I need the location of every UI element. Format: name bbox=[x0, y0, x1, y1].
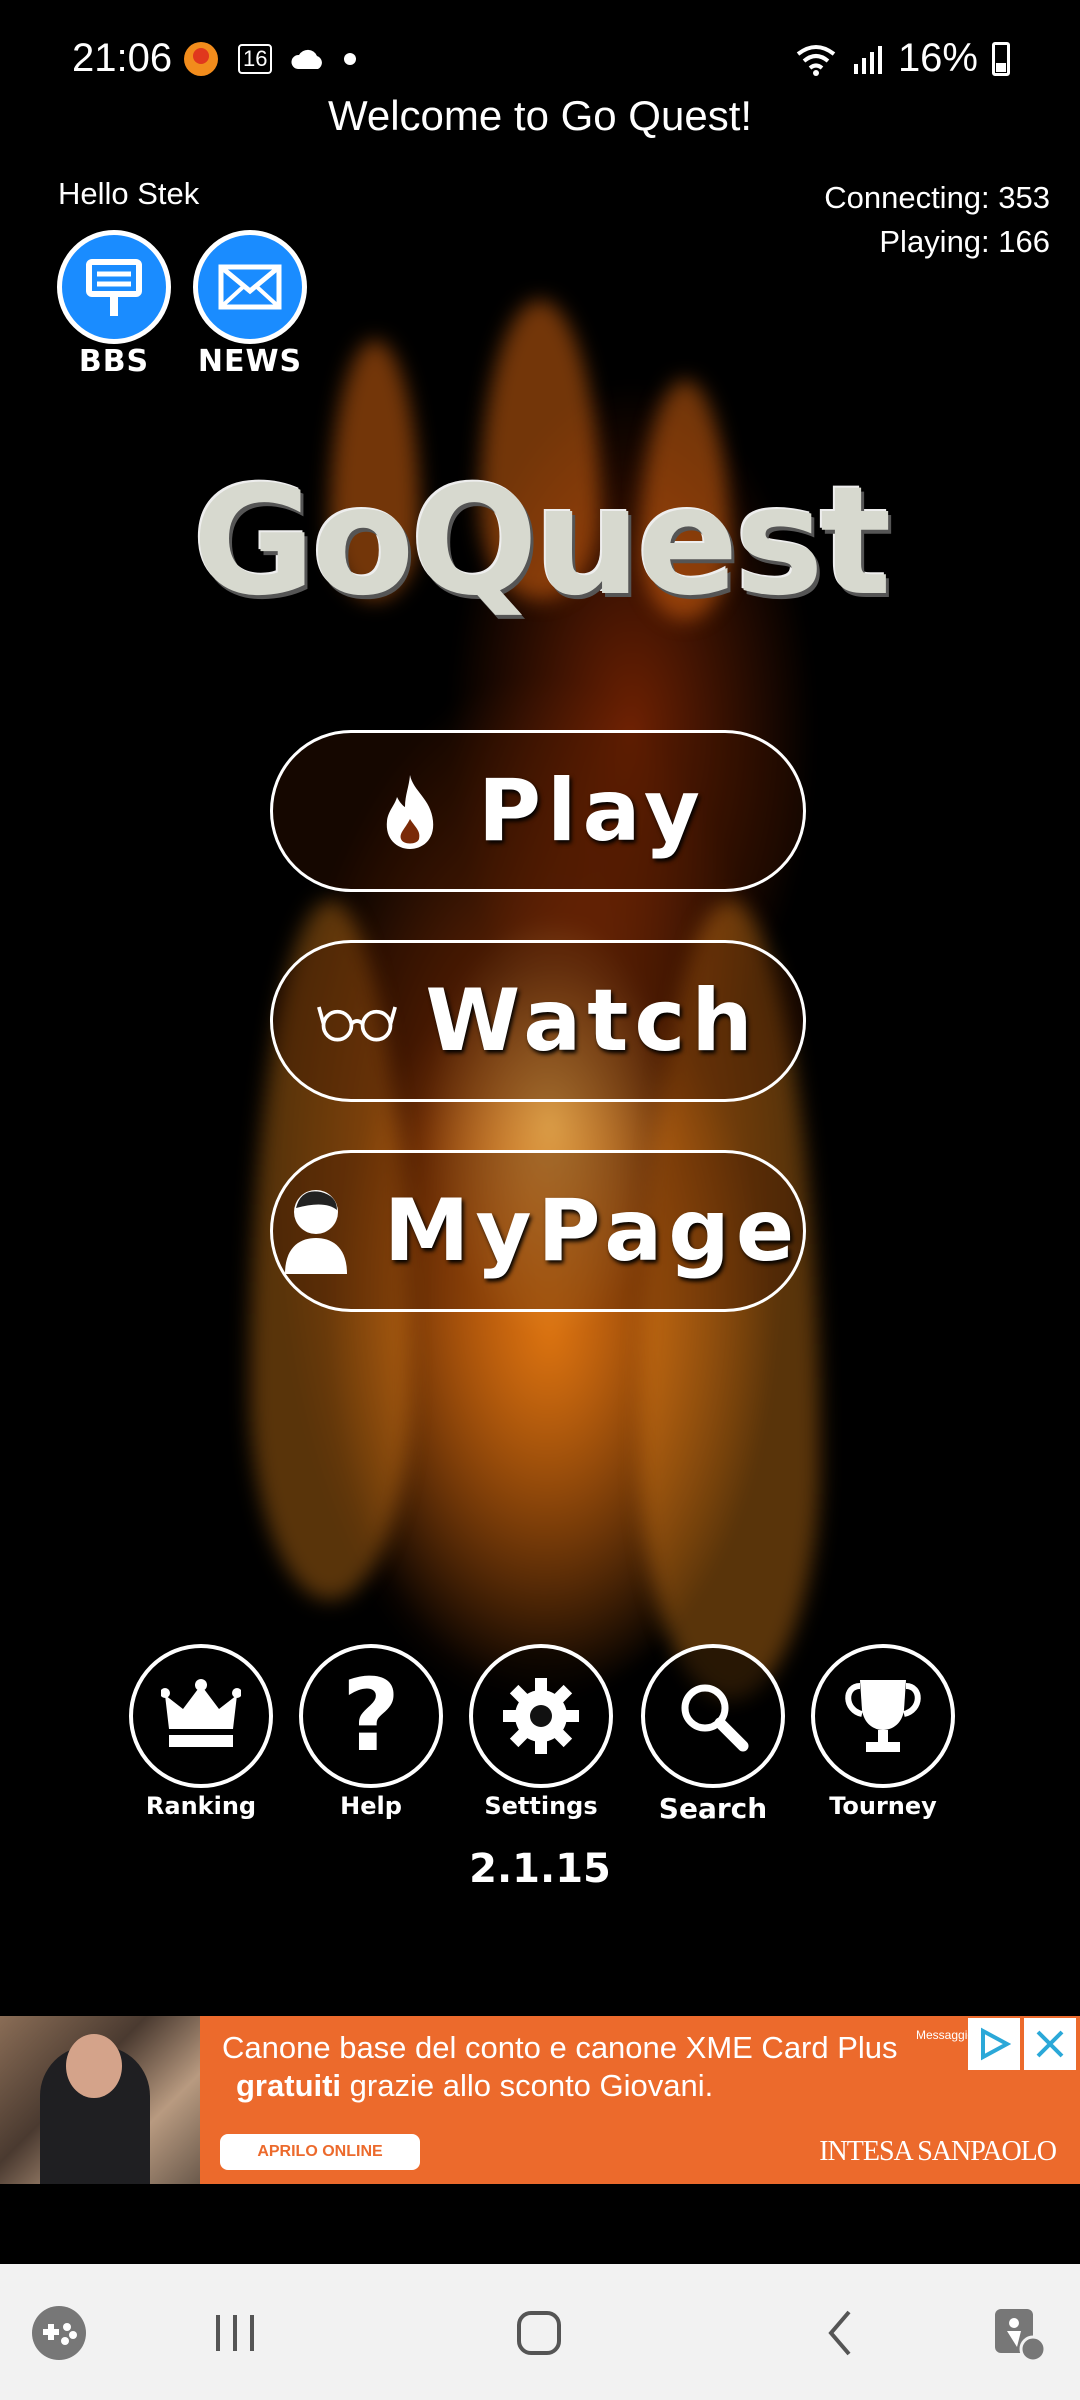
mypage-label: MyPage bbox=[383, 1181, 801, 1281]
flame-icon bbox=[370, 766, 450, 856]
goquest-logo: GoQuest bbox=[192, 455, 891, 629]
crown-icon bbox=[129, 1644, 273, 1788]
server-stats: Connecting: 353 Playing: 166 bbox=[824, 176, 1050, 264]
play-button[interactable]: Play bbox=[270, 730, 806, 892]
signal-icon bbox=[853, 45, 882, 74]
calendar-badge: 16 bbox=[238, 44, 273, 74]
status-time: 21:06 bbox=[72, 36, 173, 80]
game-launcher-icon[interactable] bbox=[24, 2298, 94, 2368]
accessibility-icon[interactable] bbox=[984, 2298, 1054, 2368]
search-button[interactable]: Search bbox=[638, 1644, 788, 1825]
app-title: Welcome to Go Quest! bbox=[327, 92, 753, 139]
question-icon: ? bbox=[299, 1644, 443, 1788]
user-icon bbox=[276, 1186, 356, 1276]
app-notification-icon bbox=[184, 42, 218, 76]
back-icon[interactable] bbox=[806, 2298, 876, 2368]
settings-label: Settings bbox=[484, 1792, 598, 1820]
bbs-button[interactable]: BBS bbox=[56, 230, 172, 379]
wifi-icon bbox=[796, 44, 836, 76]
more-notifications-dot bbox=[344, 53, 357, 65]
ad-person-head bbox=[66, 2034, 122, 2098]
ad-headline: Canone base del conto e canone XME Card … bbox=[222, 2030, 898, 2065]
ad-subline-text: grazie allo sconto Giovani. bbox=[341, 2068, 714, 2103]
news-label: NEWS bbox=[197, 344, 303, 379]
system-navigation-bar bbox=[0, 2264, 1080, 2400]
bbs-label: BBS bbox=[78, 344, 150, 379]
tourney-label: Tourney bbox=[829, 1792, 937, 1820]
app-version: 2.1.15 bbox=[469, 1846, 611, 1892]
help-button[interactable]: ? Help bbox=[296, 1644, 446, 1820]
bbs-icon bbox=[57, 230, 171, 344]
battery-percent: 16% bbox=[897, 36, 978, 80]
mypage-button[interactable]: MyPage bbox=[270, 1150, 806, 1312]
ad-subline: gratuiti grazie allo sconto Giovani. bbox=[236, 2068, 713, 2104]
gear-icon bbox=[469, 1644, 613, 1788]
news-button[interactable]: NEWS bbox=[192, 230, 308, 379]
cloud-icon bbox=[291, 49, 323, 69]
ad-tag: Messaggio bbox=[916, 2028, 975, 2042]
adchoices-icon[interactable] bbox=[968, 2018, 1020, 2070]
help-label: Help bbox=[340, 1792, 402, 1820]
home-icon[interactable] bbox=[504, 2298, 574, 2368]
ad-photo bbox=[0, 2016, 200, 2184]
ranking-button[interactable]: Ranking bbox=[126, 1644, 276, 1820]
playing-count: Playing: 166 bbox=[879, 224, 1050, 259]
ranking-label: Ranking bbox=[145, 1792, 257, 1820]
user-greeting: Hello Stek bbox=[58, 176, 200, 211]
glasses-icon bbox=[317, 976, 398, 1066]
battery-icon bbox=[992, 41, 1010, 76]
search-icon bbox=[641, 1644, 785, 1788]
system-indicators: 16% bbox=[794, 36, 1010, 81]
ad-bold-word: gratuiti bbox=[236, 2068, 342, 2103]
tourney-button[interactable]: Tourney bbox=[808, 1644, 958, 1820]
ad-cta-button[interactable]: APRILO ONLINE bbox=[220, 2134, 420, 2170]
ad-brand-logo: INTESA SANPAOLO bbox=[819, 2136, 1057, 2167]
play-label: Play bbox=[478, 761, 706, 861]
trophy-icon bbox=[811, 1644, 955, 1788]
mail-icon bbox=[193, 230, 307, 344]
ad-banner[interactable]: Canone base del conto e canone XME Card … bbox=[0, 2016, 1080, 2184]
watch-button[interactable]: Watch bbox=[270, 940, 806, 1102]
notification-icons: 16 bbox=[182, 40, 357, 78]
connecting-count: Connecting: 353 bbox=[824, 180, 1050, 215]
watch-label: Watch bbox=[425, 971, 759, 1071]
settings-button[interactable]: Settings bbox=[466, 1644, 616, 1820]
ad-close-icon[interactable] bbox=[1024, 2018, 1076, 2070]
search-label: Search bbox=[658, 1792, 768, 1825]
recent-apps-icon[interactable] bbox=[200, 2298, 270, 2368]
